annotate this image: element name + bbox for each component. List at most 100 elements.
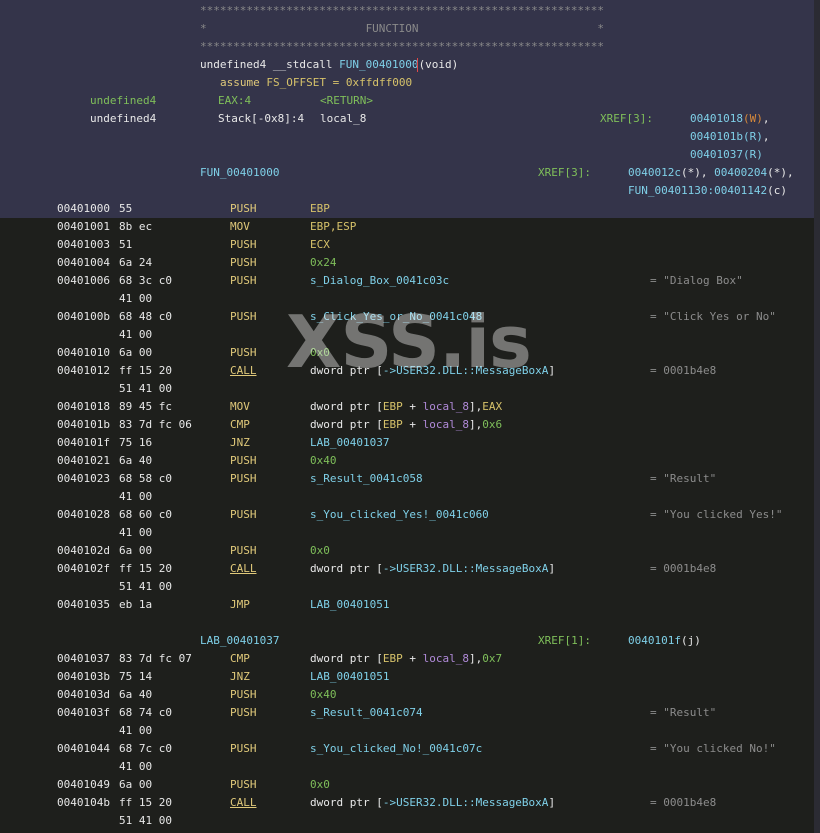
instruction-address[interactable]: 00401006 bbox=[57, 274, 110, 288]
local-xref-label: XREF[3]: bbox=[600, 112, 653, 125]
instruction-mnemonic[interactable]: CALL bbox=[230, 562, 257, 576]
instruction-mnemonic[interactable]: CALL bbox=[230, 796, 257, 810]
instruction-operand[interactable]: dword ptr [EBP + local_8],0x7 bbox=[310, 652, 502, 666]
instruction-mnemonic[interactable]: PUSH bbox=[230, 238, 257, 252]
function-xref-line2[interactable]: FUN_00401130:00401142(c) bbox=[628, 184, 787, 198]
instruction-mnemonic[interactable]: PUSH bbox=[230, 508, 257, 522]
instruction-mnemonic[interactable]: PUSH bbox=[230, 202, 257, 216]
instruction-mnemonic[interactable]: CMP bbox=[230, 652, 250, 666]
instruction-bytes: 6a 40 bbox=[119, 454, 153, 467]
operand-part: 0x6 bbox=[482, 418, 503, 431]
instruction-mnemonic[interactable]: PUSH bbox=[230, 454, 257, 468]
instruction-mnemonic[interactable]: PUSH bbox=[230, 688, 257, 702]
instruction-operand[interactable]: s_Click_Yes_or_No_0041c048 bbox=[310, 310, 482, 324]
instruction-mnemonic[interactable]: MOV bbox=[230, 220, 250, 234]
instruction-address[interactable]: 00401037 bbox=[57, 652, 110, 666]
local-xref-1[interactable]: 00401018(W), bbox=[690, 112, 769, 126]
signature-function-name[interactable]: FUN_00401000 bbox=[339, 58, 418, 71]
label-xref-address[interactable]: 0040101f bbox=[628, 634, 681, 647]
operand-part: ->USER32.DLL::MessageBoxA bbox=[382, 364, 549, 377]
instruction-operand[interactable]: LAB_00401051 bbox=[310, 670, 389, 684]
instruction-address[interactable]: 0040100b bbox=[57, 310, 110, 324]
instruction-address[interactable]: 00401018 bbox=[57, 400, 110, 414]
instruction-address[interactable]: 00401000 bbox=[57, 202, 110, 216]
instruction-operand[interactable]: s_You_clicked_Yes!_0041c060 bbox=[310, 508, 489, 522]
local-xref-2[interactable]: 0040101b(R), bbox=[690, 130, 769, 144]
instruction-address[interactable]: 00401028 bbox=[57, 508, 110, 522]
instruction-operand[interactable]: dword ptr [->USER32.DLL::MessageBoxA] bbox=[310, 796, 555, 810]
label-xref[interactable]: 0040101f(j) bbox=[628, 634, 701, 648]
instruction-operand[interactable]: EBP,ESP bbox=[310, 220, 356, 234]
instruction-mnemonic[interactable]: PUSH bbox=[230, 778, 257, 792]
instruction-mnemonic[interactable]: PUSH bbox=[230, 346, 257, 360]
instruction-mnemonic[interactable]: PUSH bbox=[230, 544, 257, 558]
instruction-bytes: 6a 00 bbox=[119, 778, 153, 791]
instruction-mnemonic[interactable]: PUSH bbox=[230, 256, 257, 270]
instruction-bytes: 51 41 00 bbox=[119, 580, 172, 593]
instruction-address[interactable]: 00401035 bbox=[57, 598, 110, 612]
instruction-operand[interactable]: 0x40 bbox=[310, 454, 337, 468]
instruction-operand[interactable]: dword ptr [EBP + local_8],EAX bbox=[310, 400, 502, 414]
instruction-operand[interactable]: dword ptr [->USER32.DLL::MessageBoxA] bbox=[310, 562, 555, 576]
instruction-operand[interactable]: LAB_00401037 bbox=[310, 436, 389, 450]
instruction-address[interactable]: 00401049 bbox=[57, 778, 110, 792]
instruction-operand[interactable]: 0x0 bbox=[310, 544, 330, 558]
vertical-scrollbar[interactable] bbox=[814, 0, 820, 833]
instruction-operand[interactable]: LAB_00401051 bbox=[310, 598, 389, 612]
instruction-address[interactable]: 0040101f bbox=[57, 436, 110, 450]
function-xref-line1[interactable]: 0040012c(*), 00400204(*), bbox=[628, 166, 794, 180]
instruction-address[interactable]: 0040101b bbox=[57, 418, 110, 432]
instruction-operand[interactable]: 0x24 bbox=[310, 256, 337, 270]
instruction-operand[interactable]: EBP bbox=[310, 202, 330, 216]
instruction-address[interactable]: 00401004 bbox=[57, 256, 110, 270]
instruction-mnemonic[interactable]: CALL bbox=[230, 364, 257, 378]
instruction-address[interactable]: 00401023 bbox=[57, 472, 110, 486]
instruction-address[interactable]: 0040104b bbox=[57, 796, 110, 810]
instruction-bytes: 41 00 bbox=[119, 490, 153, 503]
instruction-operand[interactable]: 0x0 bbox=[310, 346, 330, 360]
local-xref-3[interactable]: 00401037(R) bbox=[690, 148, 763, 162]
instruction-address[interactable]: 0040103b bbox=[57, 670, 110, 684]
local-variable-name[interactable]: local_8 bbox=[320, 112, 366, 126]
label-xref-label: XREF[1]: bbox=[538, 634, 591, 647]
instruction-operand[interactable]: s_Result_0041c074 bbox=[310, 706, 423, 720]
instruction-operand[interactable]: 0x40 bbox=[310, 688, 337, 702]
instruction-address[interactable]: 00401010 bbox=[57, 346, 110, 360]
instruction-operand[interactable]: 0x0 bbox=[310, 778, 330, 792]
function-signature[interactable]: undefined4 __stdcall FUN_00401000(void) bbox=[200, 58, 458, 72]
instruction-operand[interactable]: dword ptr [EBP + local_8],0x6 bbox=[310, 418, 502, 432]
instruction-mnemonic[interactable]: JNZ bbox=[230, 436, 250, 450]
instruction-address[interactable]: 00401021 bbox=[57, 454, 110, 468]
operand-part: dword ptr [ bbox=[310, 562, 383, 575]
instruction-operand[interactable]: ECX bbox=[310, 238, 330, 252]
instruction-mnemonic[interactable]: PUSH bbox=[230, 742, 257, 756]
instruction-address[interactable]: 00401003 bbox=[57, 238, 110, 252]
instruction-address[interactable]: 00401001 bbox=[57, 220, 110, 234]
instruction-address[interactable]: 0040103f bbox=[57, 706, 110, 720]
instruction-operand[interactable]: s_Result_0041c058 bbox=[310, 472, 423, 486]
instruction-bytes: 68 3c c0 bbox=[119, 274, 172, 287]
instruction-address[interactable]: 00401044 bbox=[57, 742, 110, 756]
instruction-mnemonic[interactable]: MOV bbox=[230, 400, 250, 414]
operand-part: dword ptr [ bbox=[310, 418, 383, 431]
instruction-address[interactable]: 0040102d bbox=[57, 544, 110, 558]
instruction-mnemonic[interactable]: PUSH bbox=[230, 472, 257, 486]
instruction-address[interactable]: 00401012 bbox=[57, 364, 110, 378]
instruction-operand[interactable]: dword ptr [->USER32.DLL::MessageBoxA] bbox=[310, 364, 555, 378]
instruction-mnemonic[interactable]: PUSH bbox=[230, 706, 257, 720]
function-label[interactable]: FUN_00401000 bbox=[200, 166, 279, 180]
operand-part: dword ptr [ bbox=[310, 796, 383, 809]
instruction-mnemonic[interactable]: JNZ bbox=[230, 670, 250, 684]
instruction-mnemonic[interactable]: CMP bbox=[230, 418, 250, 432]
instruction-mnemonic[interactable]: PUSH bbox=[230, 310, 257, 324]
operand-part: local_8 bbox=[422, 400, 469, 413]
instruction-mnemonic[interactable]: PUSH bbox=[230, 274, 257, 288]
instruction-operand[interactable]: s_You_clicked_No!_0041c07c bbox=[310, 742, 482, 756]
instruction-address[interactable]: 0040102f bbox=[57, 562, 110, 576]
instruction-operand[interactable]: s_Dialog_Box_0041c03c bbox=[310, 274, 449, 288]
instruction-address[interactable]: 0040103d bbox=[57, 688, 110, 702]
code-label[interactable]: LAB_00401037 bbox=[200, 634, 279, 648]
assume-value: FS_OFFSET = 0xffdff000 bbox=[259, 76, 413, 89]
instruction-bytes: 89 45 fc bbox=[119, 400, 172, 413]
instruction-mnemonic[interactable]: JMP bbox=[230, 598, 250, 612]
